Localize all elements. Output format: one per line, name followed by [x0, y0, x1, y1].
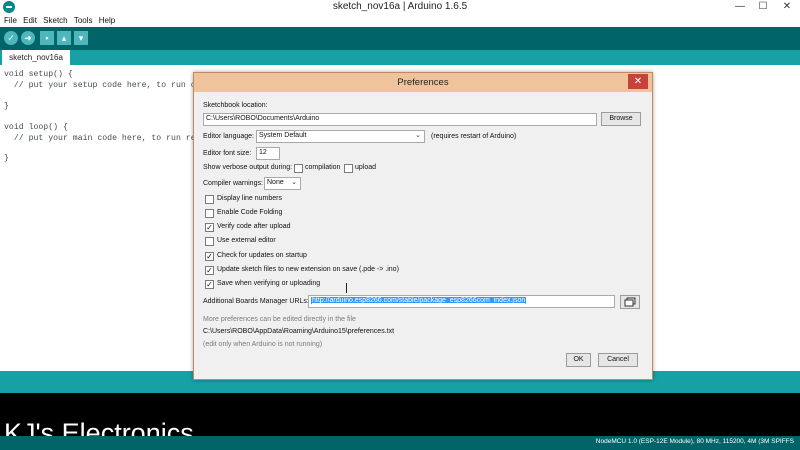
prefs-path: C:\Users\ROBO\AppData\Roaming\Arduino15\… — [203, 328, 395, 335]
option-checkbox[interactable]: ✓ — [205, 252, 214, 261]
menu-help[interactable]: Help — [99, 14, 115, 27]
preferences-dialog: Preferences ✕ Sketchbook location: C:\Us… — [193, 72, 653, 380]
new-sketch-button[interactable]: ▪ — [40, 31, 54, 45]
option-checkbox[interactable] — [205, 195, 214, 204]
text-cursor-icon — [346, 283, 349, 293]
chevron-down-icon: ⌄ — [291, 179, 297, 186]
option-checkbox[interactable]: ✓ — [205, 280, 214, 289]
code-line: } — [4, 154, 9, 163]
maximize-button[interactable]: ☐ — [752, 0, 774, 14]
option-label: Update sketch files to new extension on … — [217, 266, 399, 273]
ok-button[interactable]: OK — [566, 353, 591, 367]
menu-tools[interactable]: Tools — [74, 14, 93, 27]
sketchbook-label: Sketchbook location: — [203, 102, 268, 109]
verbose-upload-checkbox[interactable] — [344, 164, 353, 173]
menu-edit[interactable]: Edit — [23, 14, 37, 27]
boards-urls-field[interactable]: http://arduino.esp8266.com/stable/packag… — [308, 295, 615, 308]
warnings-value: None — [267, 179, 284, 186]
language-note: (requires restart of Arduino) — [431, 133, 517, 140]
option-checkbox[interactable]: ✓ — [205, 223, 214, 232]
board-info: NodeMCU 1.0 (ESP-12E Module), 80 MHz, 11… — [595, 438, 794, 445]
open-sketch-button[interactable]: ▴ — [57, 31, 71, 45]
boards-urls-label: Additional Boards Manager URLs: — [203, 298, 309, 305]
menu-bar: File Edit Sketch Tools Help — [0, 14, 800, 27]
code-line: // put your main code here, to run repea… — [4, 134, 216, 143]
close-window-button[interactable]: ✕ — [776, 0, 798, 14]
option-checkbox[interactable] — [205, 209, 214, 218]
option-label: Use external editor — [217, 237, 276, 244]
option-label: Verify code after upload — [217, 223, 291, 230]
verbose-label: Show verbose output during: — [203, 164, 293, 171]
code-line: // put your setup code here, to run once… — [4, 81, 216, 90]
toolbar — [0, 27, 800, 50]
dialog-close-button[interactable]: ✕ — [628, 74, 648, 89]
verbose-compilation-checkbox[interactable] — [294, 164, 303, 173]
boards-urls-edit-button[interactable] — [620, 295, 640, 309]
tab-bar — [0, 50, 800, 65]
warnings-select[interactable]: None ⌄ — [264, 177, 301, 190]
browse-button[interactable]: Browse — [601, 112, 641, 126]
language-label: Editor language: — [203, 133, 254, 140]
tab-sketch[interactable]: sketch_nov16a — [2, 50, 70, 65]
cancel-button[interactable]: Cancel — [598, 353, 638, 367]
language-value: System Default — [259, 132, 307, 139]
verify-button[interactable]: ✓ — [4, 31, 18, 45]
fontsize-field[interactable]: 12 — [256, 147, 280, 160]
warnings-label: Compiler warnings: — [203, 180, 263, 187]
window-title: sketch_nov16a | Arduino 1.6.5 — [332, 1, 468, 12]
option-checkbox[interactable] — [205, 237, 214, 246]
sketchbook-field[interactable]: C:\Users\ROBO\Documents\Arduino — [203, 113, 597, 126]
code-line: void loop() { — [4, 123, 68, 132]
verbose-compilation-label: compilation — [305, 164, 341, 171]
option-checkbox[interactable]: ✓ — [205, 266, 214, 275]
menu-sketch[interactable]: Sketch — [43, 14, 67, 27]
option-label: Enable Code Folding — [217, 209, 283, 216]
language-select[interactable]: System Default ⌄ — [256, 130, 425, 143]
fontsize-label: Editor font size: — [203, 150, 252, 157]
chevron-down-icon: ⌄ — [415, 132, 421, 139]
edit-note: (edit only when Arduino is not running) — [203, 341, 323, 348]
boards-urls-value: http://arduino.esp8266.com/stable/packag… — [311, 297, 527, 304]
option-label: Check for updates on startup — [217, 252, 307, 259]
more-prefs-note: More preferences can be edited directly … — [203, 316, 356, 323]
option-label: Save when verifying or uploading — [217, 280, 321, 287]
code-line: } — [4, 102, 9, 111]
window-icon — [624, 297, 636, 307]
minimize-button[interactable]: — — [729, 0, 751, 14]
menu-file[interactable]: File — [4, 14, 17, 27]
code-line: void setup() { — [4, 70, 73, 79]
option-label: Display line numbers — [217, 195, 282, 202]
verbose-upload-label: upload — [355, 164, 377, 171]
upload-button[interactable]: ➜ — [21, 31, 35, 45]
save-sketch-button[interactable]: ▾ — [74, 31, 88, 45]
dialog-title: Preferences — [397, 77, 449, 88]
